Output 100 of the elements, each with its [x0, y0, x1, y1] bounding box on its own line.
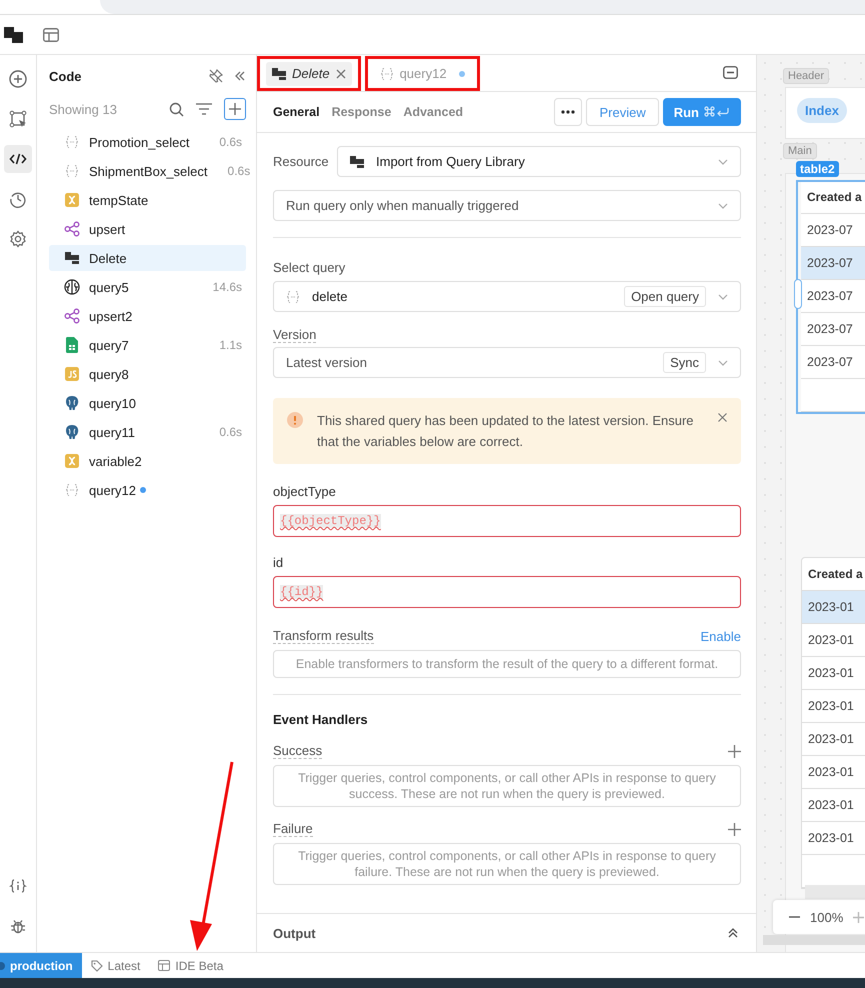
table-cell[interactable]: 2023-07: [801, 346, 865, 379]
minimize-icon[interactable]: [723, 66, 738, 79]
table-cell[interactable]: 2023-01: [802, 723, 865, 756]
run-time: 14.6s: [212, 280, 242, 294]
panel-title: Code: [49, 68, 82, 84]
query-list-item[interactable]: query5 14.6s: [49, 274, 246, 300]
field-label: id: [273, 555, 284, 570]
collapse-icon[interactable]: [234, 70, 246, 82]
version-select[interactable]: Latest version Sync: [273, 347, 741, 378]
alert-message: This shared query has been updated to the latest version. Ensure that the variables below are correct.: [317, 413, 694, 449]
component-select-icon: [9, 110, 27, 128]
editor-tab[interactable]: Delete: [266, 62, 352, 86]
ellipsis-icon: [561, 110, 576, 114]
item-count: Showing 13: [49, 102, 118, 116]
plus-icon: [229, 103, 241, 115]
braces-icon: [286, 290, 300, 304]
query-list-item[interactable]: Promotion_select 0.6s: [49, 129, 246, 155]
query-list-item[interactable]: query7 1.1s: [49, 332, 246, 358]
history-icon: [9, 190, 27, 208]
query-list-item[interactable]: variable2: [49, 448, 246, 474]
query-list-item[interactable]: upsert2: [49, 303, 246, 329]
brain-icon: [64, 279, 80, 295]
section-title: Event Handlers: [273, 712, 369, 727]
add-icon: [9, 70, 27, 88]
version-button[interactable]: Latest: [82, 953, 150, 978]
run-time: 0.6s: [228, 164, 250, 178]
code-tool[interactable]: [4, 145, 32, 173]
filter-icon[interactable]: [196, 103, 212, 115]
panel-layout-icon[interactable]: [43, 28, 59, 42]
table-cell[interactable]: 2023-01: [802, 756, 865, 789]
stack-icon: [350, 156, 364, 168]
handler-hint: Trigger queries, control components, or call other APIs in response to query failure. These are not run when the query is previewed.: [273, 843, 741, 885]
search-icon[interactable]: [169, 102, 184, 116]
table-cell[interactable]: 2023-07: [801, 247, 865, 280]
unpin-icon[interactable]: [208, 68, 224, 84]
resource-select[interactable]: Import from Query Library: [337, 146, 741, 177]
query-list-item[interactable]: upsert: [49, 216, 246, 242]
add-icon[interactable]: [728, 822, 741, 836]
variable-icon: [65, 193, 79, 207]
stack-icon: [65, 252, 79, 264]
elephant-icon: [65, 424, 79, 440]
expand-icon[interactable]: [728, 928, 738, 938]
query-list-item[interactable]: query11 0.6s: [49, 419, 246, 445]
shortcut-icon: [704, 106, 730, 118]
run-time: 1.1s: [219, 338, 242, 352]
settings-icon: [9, 230, 27, 248]
add-button[interactable]: [224, 98, 246, 120]
table-cell[interactable]: 2023-01: [802, 657, 865, 690]
stack-icon: [272, 68, 286, 80]
tag-icon: [90, 960, 103, 972]
close-icon[interactable]: [718, 413, 727, 422]
table-cell[interactable]: 2023-01: [802, 591, 865, 624]
elephant-icon: [65, 395, 79, 411]
variable-icon: [65, 454, 79, 468]
braces-icon: [65, 483, 79, 497]
ide-button[interactable]: IDE Beta: [149, 953, 232, 978]
open-query-button[interactable]: Open query: [624, 286, 706, 307]
braces-icon: [65, 135, 79, 149]
table-cell[interactable]: 2023-01: [802, 690, 865, 723]
field-label: objectType: [273, 484, 337, 499]
resize-handle[interactable]: [794, 279, 802, 309]
zoom-level: 100%: [810, 910, 844, 924]
query-list-item[interactable]: tempState: [49, 187, 246, 213]
sheet-icon: [66, 337, 78, 353]
logo-icon: [4, 26, 23, 42]
table-cell[interactable]: 2023-07: [801, 313, 865, 346]
chevron-down-icon: [718, 360, 728, 366]
run-time: 0.6s: [219, 135, 242, 149]
trigger-select[interactable]: Run query only when manually triggered: [273, 190, 741, 221]
workflow-icon: [64, 221, 80, 237]
state-inspector-icon: [9, 877, 27, 895]
section-tab[interactable]: General: [273, 105, 320, 119]
section-label: Main: [783, 143, 817, 159]
chevron-down-icon: [718, 294, 728, 300]
output-label: Output: [273, 926, 316, 940]
field-label: Version: [273, 327, 316, 343]
table-cell[interactable]: 2023-01: [802, 822, 865, 855]
field-label: Transform results: [273, 628, 374, 644]
close-icon[interactable]: [336, 68, 346, 78]
add-icon[interactable]: [728, 744, 741, 758]
chevron-down-icon: [718, 158, 728, 164]
table-cell[interactable]: 2023-01: [802, 789, 865, 822]
section-tab[interactable]: Advanced: [403, 105, 464, 119]
table-cell[interactable]: 2023-01: [802, 624, 865, 657]
js-icon: [65, 367, 79, 381]
query-list-item[interactable]: query10: [49, 390, 246, 416]
field-label: Failure: [273, 821, 313, 837]
section-label: Header: [783, 68, 830, 84]
chevron-down-icon: [718, 202, 728, 208]
field-label: Success: [273, 743, 322, 759]
panel-layout-icon: [158, 960, 170, 971]
workflow-icon: [64, 308, 80, 324]
query-list-item[interactable]: query8: [49, 361, 246, 387]
query-list-item[interactable]: query12: [49, 477, 246, 503]
sync-button[interactable]: Sync: [663, 352, 706, 373]
more-button[interactable]: [554, 98, 582, 126]
query-select[interactable]: delete Open query: [273, 281, 741, 312]
braces-icon: [380, 66, 394, 80]
query-list-item[interactable]: Delete: [49, 245, 246, 271]
section-tab[interactable]: Response: [332, 105, 392, 119]
